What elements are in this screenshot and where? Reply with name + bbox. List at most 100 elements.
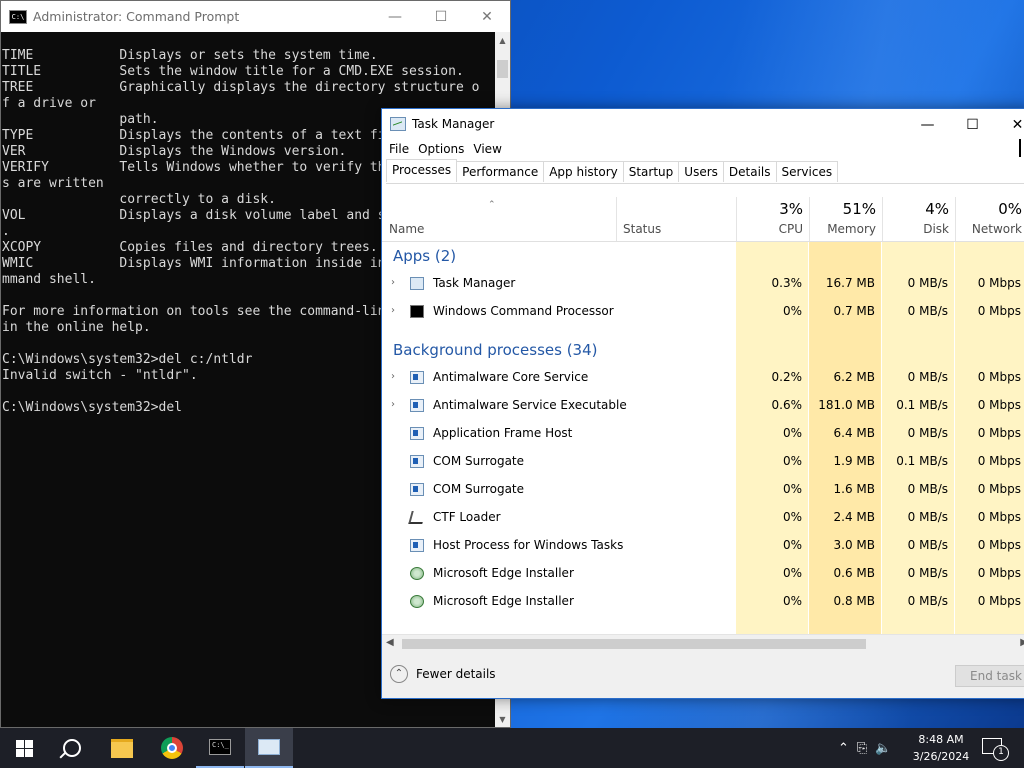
column-name[interactable]: Name [389, 222, 424, 236]
file-explorer-button[interactable] [98, 728, 146, 768]
chrome-button[interactable] [148, 728, 196, 768]
process-name: Application Frame Host [433, 426, 573, 440]
process-memory: 6.4 MB [833, 426, 875, 440]
task-manager-window[interactable]: Task Manager — ☐ ✕ File Options View Pro… [381, 108, 1024, 699]
task-manager-icon [410, 277, 424, 290]
menu-options[interactable]: Options [418, 142, 464, 156]
scroll-down-icon[interactable]: ▼ [495, 711, 510, 727]
process-row[interactable]: Application Frame Host 0% 6.4 MB 0 MB/s 0 Mb… [382, 420, 1024, 448]
search-icon [63, 739, 81, 757]
process-row[interactable]: › Antimalware Core Service 0.2% 6.2 MB 0 MB/… [382, 364, 1024, 392]
tm-maximize-button[interactable]: ☐ [950, 109, 995, 140]
tab-details[interactable]: Details [722, 161, 777, 182]
process-cpu: 0% [782, 566, 802, 580]
console-line: VER Displays the Windows version. [2, 144, 347, 159]
process-row[interactable]: › Windows Command Processor 0% 0.7 MB 0 MB/s… [382, 298, 1024, 326]
console-line: Invalid switch - "ntldr". [2, 368, 198, 383]
process-row[interactable]: Microsoft Edge Installer 0% 0.8 MB 0 MB/s 0 … [382, 588, 1024, 616]
command-prompt-icon [410, 305, 424, 318]
process-row[interactable]: Host Process for Windows Tasks 0% 3.0 MB 0 … [382, 532, 1024, 560]
column-cpu[interactable]: 3% CPU [736, 197, 809, 241]
scroll-up-icon[interactable]: ▲ [495, 32, 510, 48]
start-button[interactable] [0, 728, 48, 768]
column-memory[interactable]: 51% Memory [809, 197, 882, 241]
tm-footer: ⌃ Fewer details End task [382, 652, 1024, 698]
process-list[interactable]: Apps (2) Background processes (34) › Task… [382, 242, 1024, 634]
tab-users[interactable]: Users [678, 161, 724, 182]
tm-minimize-button[interactable]: — [905, 109, 950, 140]
process-cpu: 0% [782, 482, 802, 496]
process-row[interactable]: › Antimalware Service Executable 0.6% 181.0… [382, 392, 1024, 420]
console-line: . [2, 224, 10, 239]
process-name: Microsoft Edge Installer [433, 594, 574, 608]
horizontal-scroll-thumb[interactable] [402, 639, 866, 649]
process-network: 0 Mbps [977, 454, 1021, 468]
search-button[interactable] [48, 728, 96, 768]
system-tray: ⌃ ⎘ 🔈 [838, 728, 892, 768]
cmd-maximize-button[interactable]: ☐ [418, 1, 464, 32]
group-apps: Apps (2) [393, 247, 457, 265]
volume-muted-icon[interactable]: 🔈 [875, 741, 891, 756]
console-line: TIME Displays or sets the system time. [2, 48, 378, 63]
process-row[interactable]: COM Surrogate 0% 1.9 MB 0.1 MB/s 0 Mbps [382, 448, 1024, 476]
process-name: Antimalware Core Service [433, 370, 589, 384]
service-icon [410, 399, 424, 412]
cmd-close-button[interactable]: ✕ [464, 1, 510, 32]
tab-services[interactable]: Services [775, 161, 839, 182]
cmd-scroll-thumb[interactable] [497, 60, 508, 78]
chevron-right-icon[interactable]: › [391, 278, 401, 288]
fewer-details-button[interactable]: ⌃ Fewer details [390, 665, 496, 683]
edge-installer-icon [410, 567, 424, 580]
scroll-left-icon[interactable]: ◀ [386, 637, 394, 648]
process-row[interactable]: Microsoft Edge Installer 0% 0.6 MB 0 MB/s 0 … [382, 560, 1024, 588]
console-line: TITLE Sets the window title for a CMD.EX… [2, 64, 464, 79]
column-network[interactable]: 0% Network [955, 197, 1024, 241]
memory-label: Memory [827, 222, 876, 236]
console-line: C:\Windows\system32>del [2, 400, 183, 415]
process-network: 0 Mbps [977, 538, 1021, 552]
tm-close-button[interactable]: ✕ [995, 109, 1024, 140]
file-explorer-icon [111, 738, 133, 758]
taskbar-task-manager[interactable] [245, 728, 293, 768]
process-row[interactable]: CTF Loader 0% 2.4 MB 0 MB/s 0 Mbps [382, 504, 1024, 532]
clock[interactable]: 8:48 AM 3/26/2024 [907, 731, 975, 765]
mouse-cursor [1019, 139, 1024, 157]
taskbar-command-prompt[interactable]: C:\_ [196, 728, 244, 768]
command-prompt-icon: C:\_ [209, 739, 231, 755]
notification-center-icon[interactable]: 1 [982, 738, 1009, 761]
disk-percent: 4% [925, 200, 949, 218]
tab-processes[interactable]: Processes [386, 159, 458, 182]
cmd-minimize-button[interactable]: — [372, 1, 418, 32]
chevron-right-icon[interactable]: › [391, 372, 401, 382]
chevron-right-icon[interactable]: › [391, 306, 401, 316]
tab-startup[interactable]: Startup [622, 161, 680, 182]
process-row[interactable]: COM Surrogate 0% 1.6 MB 0 MB/s 0 Mbps [382, 476, 1024, 504]
process-network: 0 Mbps [977, 482, 1021, 496]
horizontal-scrollbar[interactable]: ◀ ▶ [382, 634, 1024, 652]
tm-titlebar[interactable]: Task Manager — ☐ ✕ [382, 109, 1024, 139]
menu-file[interactable]: File [389, 142, 409, 156]
scroll-right-icon[interactable]: ▶ [1020, 637, 1024, 648]
process-disk: 0 MB/s [907, 426, 948, 440]
process-row[interactable]: › Task Manager 0.3% 16.7 MB 0 MB/s 0 Mbps [382, 270, 1024, 298]
end-task-button[interactable]: End task [955, 665, 1024, 687]
process-network: 0 Mbps [977, 398, 1021, 412]
tab-performance[interactable]: Performance [456, 161, 545, 182]
cmd-titlebar[interactable]: C:\ Administrator: Command Prompt — ☐ ✕ [1, 1, 510, 32]
process-memory: 2.4 MB [833, 510, 875, 524]
process-network: 0 Mbps [977, 304, 1021, 318]
console-line: in the online help. [2, 320, 151, 335]
process-name: Microsoft Edge Installer [433, 566, 574, 580]
chevron-right-icon[interactable]: › [391, 400, 401, 410]
process-name: CTF Loader [433, 510, 501, 524]
chevron-up-icon: ⌃ [390, 665, 408, 683]
process-network: 0 Mbps [977, 370, 1021, 384]
process-memory: 3.0 MB [833, 538, 875, 552]
tab-app-history[interactable]: App history [543, 161, 624, 182]
menu-view[interactable]: View [473, 142, 501, 156]
chevron-up-icon[interactable]: ⌃ [838, 741, 849, 756]
column-disk[interactable]: 4% Disk [882, 197, 955, 241]
network-icon[interactable]: ⎘ [857, 741, 867, 756]
process-network: 0 Mbps [977, 594, 1021, 608]
column-status[interactable]: Status [616, 197, 737, 241]
